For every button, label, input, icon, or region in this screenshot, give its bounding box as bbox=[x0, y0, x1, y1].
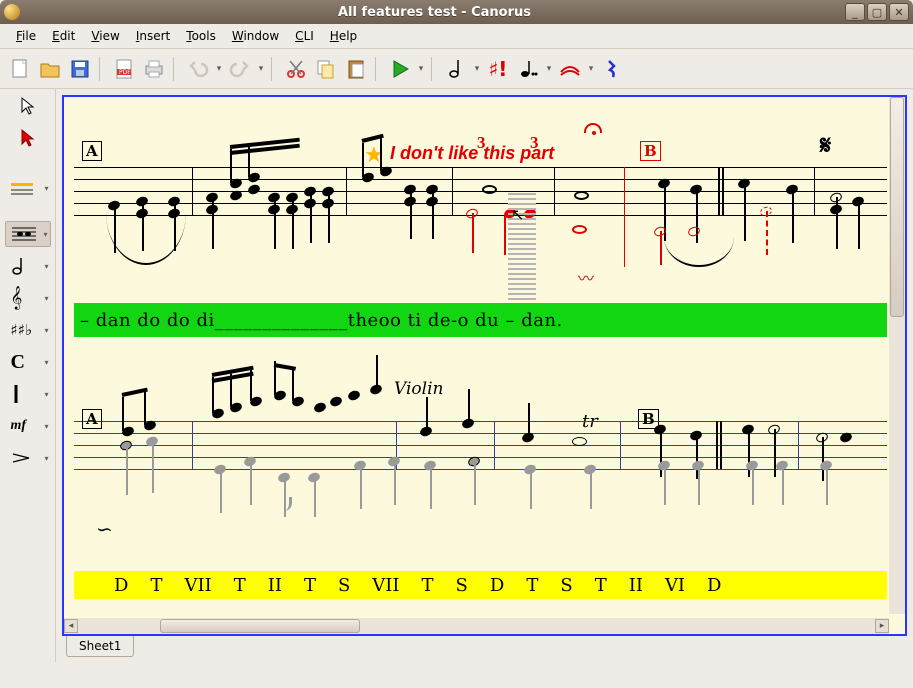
time-signature-tool-button[interactable]: C▾ bbox=[5, 349, 51, 375]
staff-2 bbox=[74, 421, 887, 469]
accidental-button[interactable]: ♯! bbox=[484, 55, 512, 83]
vertical-scroll-thumb[interactable] bbox=[890, 97, 904, 317]
open-document-button[interactable] bbox=[36, 55, 64, 83]
select-tool-button[interactable] bbox=[8, 93, 48, 119]
app-icon bbox=[4, 4, 20, 20]
scroll-right-button[interactable]: ▸ bbox=[875, 619, 889, 633]
lyrics-line-2: DTVIITIITSVIITSDTSTIIVID bbox=[74, 571, 887, 599]
play-dropdown[interactable]: ▾ bbox=[416, 64, 426, 74]
undo-dropdown[interactable]: ▾ bbox=[214, 64, 224, 74]
tie-dropdown[interactable]: ▾ bbox=[586, 64, 596, 74]
window-title: All features test - Canorus bbox=[26, 5, 843, 20]
scroll-left-button[interactable]: ◂ bbox=[64, 619, 78, 633]
dotted-dropdown[interactable]: ▾ bbox=[544, 64, 554, 74]
menu-edit[interactable]: Edit bbox=[44, 26, 83, 46]
rehearsal-mark-b-1: B bbox=[640, 141, 661, 161]
menu-file[interactable]: File bbox=[8, 26, 44, 46]
copy-button[interactable] bbox=[312, 55, 340, 83]
horizontal-scroll-thumb[interactable] bbox=[160, 619, 360, 633]
tuplet-3-a: 3 bbox=[477, 133, 486, 153]
paste-button[interactable] bbox=[342, 55, 370, 83]
minimize-button[interactable]: _ bbox=[845, 3, 865, 21]
redo-dropdown[interactable]: ▾ bbox=[256, 64, 266, 74]
export-pdf-button[interactable]: PDF bbox=[110, 55, 138, 83]
score-canvas[interactable]: A B ★ I don't like this part 3 3 𝄋 bbox=[62, 95, 907, 636]
close-button[interactable]: ✕ bbox=[889, 3, 909, 21]
menubar: File Edit View Insert Tools Window CLI H… bbox=[0, 24, 913, 49]
undo-button[interactable] bbox=[184, 55, 212, 83]
clef-context-button[interactable]: ▾ bbox=[5, 175, 51, 201]
note-duration-dropdown[interactable]: ▾ bbox=[472, 64, 482, 74]
play-button[interactable] bbox=[386, 55, 414, 83]
cut-button[interactable] bbox=[282, 55, 310, 83]
insert-note-tool-button[interactable] bbox=[8, 125, 48, 151]
tuplet-3-b: 3 bbox=[530, 133, 539, 153]
dynamics-tool-button[interactable]: mf▾ bbox=[5, 413, 51, 439]
menu-view[interactable]: View bbox=[83, 26, 127, 46]
position-ruler bbox=[504, 193, 540, 310]
left-toolbar: ▾ ▾ ▾ 𝄞▾ ♯♯♭▾ C▾ ▾ mf▾ ▾ bbox=[0, 89, 56, 662]
sheet-tab-1[interactable]: Sheet1 bbox=[66, 636, 134, 657]
note-duration-button[interactable] bbox=[442, 55, 470, 83]
new-document-button[interactable] bbox=[6, 55, 34, 83]
turn-ornament-icon: ∽ bbox=[96, 517, 113, 541]
slur-2 bbox=[664, 237, 734, 267]
voice-tool-button[interactable]: ▾ bbox=[5, 221, 51, 247]
redo-button[interactable] bbox=[226, 55, 254, 83]
maximize-button[interactable]: ▢ bbox=[867, 3, 887, 21]
menu-window[interactable]: Window bbox=[224, 26, 287, 46]
barline-tool-button[interactable]: ▾ bbox=[5, 381, 51, 407]
menu-insert[interactable]: Insert bbox=[128, 26, 178, 46]
fermata-icon bbox=[584, 123, 602, 133]
mordent-icon: 〰 bbox=[578, 265, 594, 289]
instrument-label: Violin bbox=[394, 379, 443, 399]
rehearsal-mark-a-1: A bbox=[82, 141, 102, 161]
menu-tools[interactable]: Tools bbox=[178, 26, 224, 46]
segno-icon: 𝄋 bbox=[820, 131, 831, 162]
half-note-tool-button[interactable]: ▾ bbox=[5, 253, 51, 279]
lyrics-line-1: – dan do do di______________theoo ti de-… bbox=[74, 303, 887, 337]
titlebar: All features test - Canorus _ ▢ ✕ bbox=[0, 0, 913, 24]
hairpin-tool-button[interactable]: ▾ bbox=[5, 445, 51, 471]
treble-clef-tool-button[interactable]: 𝄞▾ bbox=[5, 285, 51, 311]
print-button[interactable] bbox=[140, 55, 168, 83]
save-document-button[interactable] bbox=[66, 55, 94, 83]
rest-button[interactable] bbox=[598, 55, 626, 83]
vertical-scrollbar[interactable] bbox=[889, 97, 905, 614]
dotted-note-button[interactable] bbox=[514, 55, 542, 83]
horizontal-scrollbar[interactable]: ◂ ▸ bbox=[64, 618, 889, 634]
rehearsal-mark-a-2: A bbox=[82, 409, 102, 429]
key-signature-tool-button[interactable]: ♯♯♭▾ bbox=[5, 317, 51, 343]
toolbar: PDF ▾ ▾ ▾ ▾ ♯! ▾ ▾ bbox=[0, 49, 913, 89]
sheet-tabstrip: Sheet1 bbox=[62, 636, 907, 662]
tie-slur-button[interactable] bbox=[556, 55, 584, 83]
menu-help[interactable]: Help bbox=[322, 26, 365, 46]
svg-text:PDF: PDF bbox=[119, 69, 131, 76]
menu-cli[interactable]: CLI bbox=[287, 26, 322, 46]
